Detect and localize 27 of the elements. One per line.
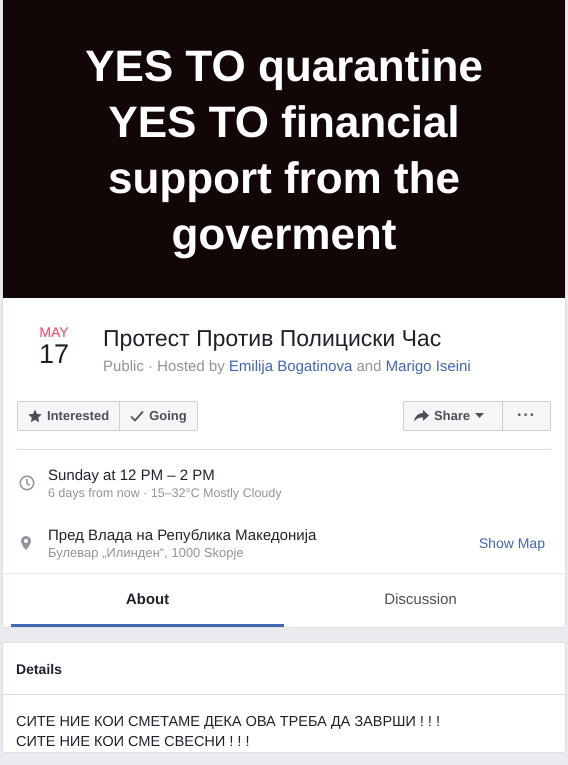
event-time: Sunday at 12 PM – 2 PM: [48, 466, 216, 484]
going-button[interactable]: Going: [120, 400, 198, 430]
star-icon: [28, 408, 42, 422]
cover-image: YES TO quarantine YES TO financial support from the goverment: [3, 0, 565, 298]
location-pin-icon: [19, 535, 33, 551]
caret-icon: [475, 413, 484, 418]
host-link[interactable]: Emilija Bogatinova: [228, 358, 352, 375]
event-title: Протест Против Полициски Час: [103, 324, 442, 352]
interested-button[interactable]: Interested: [17, 400, 120, 430]
event-location: Пред Влада на Република Македонија: [48, 526, 318, 544]
details-text-line: СИТЕ НИЕ КОИ СМЕТАМЕ ДЕКА ОВА ТРЕБА ДА ЗАВРШИ ! ! !: [16, 713, 442, 732]
event-address: Булевар „Илинден“, 1000 Skopje: [48, 544, 245, 560]
tab[interactable]: About: [11, 574, 284, 627]
details-text-line: СИТЕ НИЕ КОИ СМЕ СВЕСНИ ! ! !: [16, 733, 250, 752]
check-icon: [130, 410, 144, 422]
event-weather: 6 days from now · 15–32°C Mostly Cloudy: [48, 484, 282, 500]
event-month: MAY: [38, 324, 70, 340]
details-heading: Details: [3, 643, 565, 695]
share-arrow-icon: [414, 410, 430, 422]
event-day: 17: [25, 340, 83, 368]
share-button[interactable]: Share: [403, 400, 504, 430]
clock-icon: [19, 475, 35, 491]
host-line: Public · Hosted by Emilija Bogatinova and Marigo Iseini: [103, 357, 471, 377]
host-link[interactable]: Marigo Iseini: [386, 358, 471, 375]
show-map-link[interactable]: Show Map: [478, 532, 545, 554]
more-button[interactable]: ···: [503, 400, 551, 430]
tab[interactable]: Discussion: [284, 574, 557, 627]
